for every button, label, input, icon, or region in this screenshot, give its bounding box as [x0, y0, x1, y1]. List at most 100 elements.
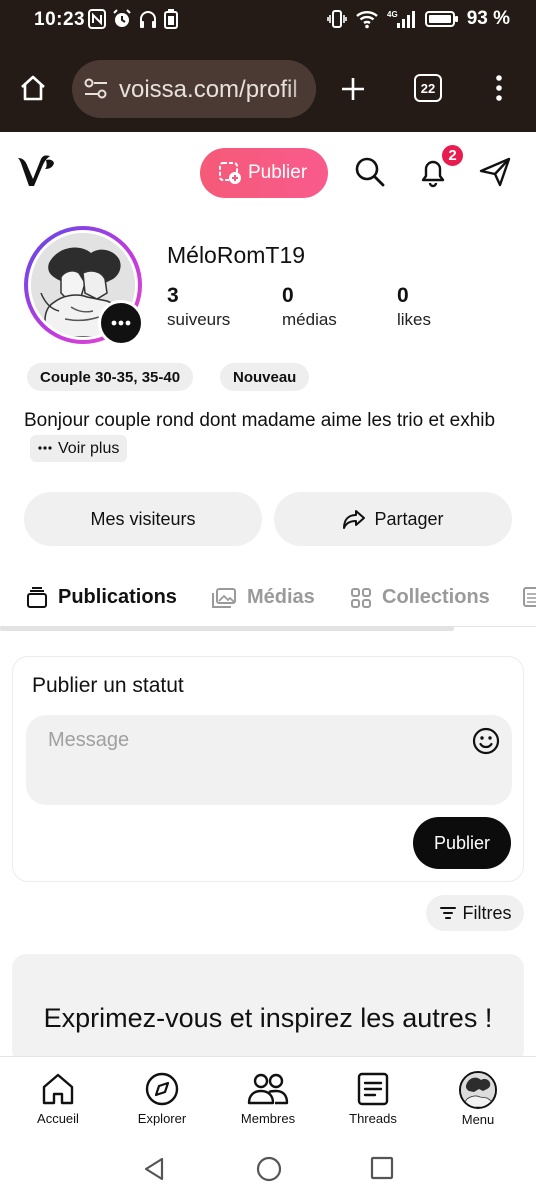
profile-username: MéloRomT19: [167, 242, 306, 268]
send-icon: [479, 157, 511, 187]
status-bar: 10:23 4G 93 %: [0, 0, 536, 40]
tab-more[interactable]: [522, 586, 536, 608]
compass-icon: [145, 1072, 179, 1106]
home-circle-icon[interactable]: [256, 1156, 282, 1182]
headphones-icon: [140, 11, 156, 28]
publish-header-button[interactable]: Publier: [200, 148, 328, 198]
my-visitors-label: Mes visiteurs: [90, 508, 196, 529]
stat-label: suiveurs: [167, 310, 231, 329]
share-icon: [343, 510, 366, 529]
profile-tag-new: Nouveau: [220, 363, 310, 391]
back-icon[interactable]: [142, 1156, 166, 1182]
battery-saver-icon: [164, 9, 178, 29]
threads-icon: [357, 1072, 389, 1106]
nav-home[interactable]: Accueil: [13, 1071, 103, 1126]
grid-icon: [351, 587, 371, 608]
nfc-icon: [88, 9, 106, 29]
more-horiz-icon: [38, 446, 52, 450]
voissa-logo[interactable]: [16, 154, 56, 195]
status-composer: Publier un statut Message Publier: [12, 656, 524, 882]
alarm-icon: [113, 9, 131, 27]
emoji-button[interactable]: [472, 727, 500, 760]
home-icon: [42, 1073, 74, 1105]
publications-icon: [27, 586, 47, 608]
nav-label: Menu: [461, 1112, 495, 1127]
stat-value: 0: [282, 284, 294, 307]
stat-value: 0: [397, 284, 409, 307]
browser-toolbar: voissa.com/profil 22: [0, 58, 536, 120]
stat-label: likes: [397, 310, 432, 329]
nav-label: Threads: [349, 1111, 397, 1126]
stat-likes[interactable]: 0 likes: [397, 284, 431, 330]
browser-home-button[interactable]: [18, 73, 48, 108]
browser-menu-button[interactable]: [494, 74, 504, 107]
profile-tag-age: Couple 30-35, 35-40: [27, 363, 194, 391]
app-header: Publier 2: [0, 132, 536, 216]
filter-icon: [439, 907, 456, 919]
cell-signal-icon: 4G: [387, 10, 415, 28]
stat-label: médias: [282, 310, 337, 329]
notification-badge: 2: [440, 143, 465, 168]
filters-label: Filtres: [462, 902, 512, 923]
avatar-illustration: [461, 1073, 495, 1107]
emoji-icon: [472, 727, 500, 755]
tab-label: Médias: [247, 586, 315, 608]
recents-icon[interactable]: [370, 1156, 394, 1180]
battery-percent: 93 %: [466, 8, 510, 29]
tab-label: Collections: [382, 586, 490, 608]
profile-bio: Bonjour couple rond dont madame aime les…: [24, 408, 524, 462]
address-bar[interactable]: voissa.com/profil: [72, 60, 316, 118]
tab-publications[interactable]: Publications: [26, 586, 177, 609]
nav-threads[interactable]: Threads: [328, 1071, 418, 1126]
nav-label: Explorer: [137, 1111, 187, 1126]
bottom-navigation: Accueil Explorer Membres Threads Menu: [0, 1056, 536, 1136]
tab-medias[interactable]: Médias: [211, 586, 315, 609]
url-text: voissa.com/profil: [119, 76, 298, 103]
see-more-label: Voir plus: [58, 439, 120, 457]
more-vert-icon: [496, 75, 502, 101]
site-settings-icon[interactable]: [84, 78, 108, 100]
filters-button[interactable]: Filtres: [426, 895, 524, 931]
see-more-button[interactable]: Voir plus: [30, 434, 128, 462]
stat-value: 3: [167, 284, 179, 307]
empty-state-card: Exprimez-vous et inspirez les autres !: [12, 954, 524, 1064]
list-icon: [523, 587, 536, 607]
share-label: Partager: [374, 508, 444, 529]
tab-label: Publications: [58, 586, 177, 608]
logo-icon: [18, 155, 54, 186]
empty-state-title: Exprimez-vous et inspirez les autres !: [43, 1003, 493, 1033]
avatar: [459, 1071, 497, 1109]
nav-explore[interactable]: Explorer: [117, 1071, 207, 1126]
plus-icon: [342, 78, 364, 100]
vibrate-icon: [326, 10, 347, 28]
my-visitors-button[interactable]: Mes visiteurs: [24, 492, 262, 546]
message-input[interactable]: Message: [26, 715, 512, 805]
publish-status-button[interactable]: Publier: [413, 817, 511, 869]
search-icon: [355, 157, 385, 187]
nav-label: Accueil: [37, 1111, 79, 1126]
composer-title: Publier un statut: [32, 674, 184, 697]
system-navigation-bar: [0, 1136, 536, 1200]
more-horiz-icon: [111, 320, 131, 326]
new-tab-button[interactable]: [340, 76, 366, 107]
stat-followers[interactable]: 3 suiveurs: [167, 284, 230, 330]
tab-switcher-button[interactable]: 22: [414, 74, 442, 102]
gallery-icon: [212, 587, 236, 608]
nav-members[interactable]: Membres: [223, 1071, 313, 1126]
tab-collections[interactable]: Collections: [350, 586, 490, 609]
publish-header-label: Publier: [248, 162, 308, 183]
status-time: 10:23: [34, 9, 86, 30]
wifi-icon: [355, 11, 378, 29]
stat-media[interactable]: 0 médias: [282, 284, 337, 330]
avatar-more-button[interactable]: [98, 300, 144, 346]
home-icon: [21, 75, 45, 101]
search-button[interactable]: [354, 156, 386, 193]
share-button[interactable]: Partager: [274, 492, 512, 546]
members-icon: [247, 1073, 289, 1105]
battery-icon: [424, 11, 458, 27]
svg-text:4G: 4G: [387, 10, 398, 19]
nav-label: Membres: [240, 1111, 296, 1126]
messages-button[interactable]: [478, 156, 512, 193]
nav-menu[interactable]: Menu: [433, 1071, 523, 1127]
tabs-scrollbar[interactable]: [0, 626, 454, 631]
